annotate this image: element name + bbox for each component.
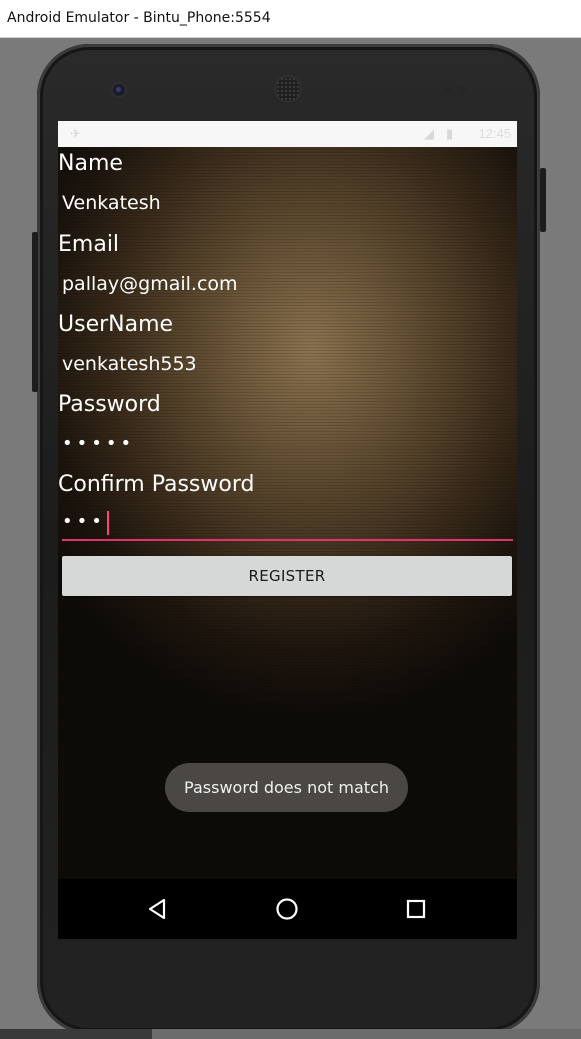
- signal-icon: ◢: [424, 126, 434, 141]
- email-label: Email: [58, 232, 120, 257]
- back-icon[interactable]: [144, 896, 170, 922]
- username-input[interactable]: venkatesh553: [62, 353, 197, 375]
- confirm-password-value: •••: [62, 511, 106, 533]
- password-input[interactable]: •••••: [62, 433, 135, 454]
- earpiece-speaker-icon: [276, 77, 300, 101]
- emulator-window-title: Android Emulator - Bintu_Phone:5554: [7, 10, 271, 26]
- phone-screen: ✈ ◢ ▮ 12:45 Name Venkatesh Email pallay@…: [58, 121, 517, 939]
- password-label: Password: [58, 392, 161, 417]
- notification-icon: ✈: [70, 126, 81, 141]
- confirm-password-input[interactable]: •••: [62, 511, 513, 541]
- volume-button[interactable]: [32, 232, 38, 392]
- text-cursor: [106, 511, 109, 535]
- desktop-strip: [0, 1029, 581, 1039]
- front-camera-icon: [113, 84, 125, 96]
- navigation-bar: [58, 879, 517, 939]
- confirm-password-label: Confirm Password: [58, 472, 255, 497]
- register-button[interactable]: REGISTER: [62, 556, 512, 596]
- confirm-password-underline: [62, 539, 513, 541]
- home-icon[interactable]: [274, 896, 300, 922]
- proximity-sensor-icon: [444, 86, 452, 94]
- power-button[interactable]: [540, 168, 546, 232]
- name-label: Name: [58, 151, 123, 176]
- emulator-title-bar: Android Emulator - Bintu_Phone:5554: [0, 0, 581, 38]
- toast-message: Password does not match: [165, 763, 408, 812]
- battery-icon: ▮: [446, 126, 454, 141]
- email-input[interactable]: pallay@gmail.com: [62, 273, 238, 295]
- taskbar-fragment: [0, 1029, 152, 1039]
- name-input[interactable]: Venkatesh: [62, 192, 161, 214]
- recents-icon[interactable]: [403, 896, 429, 922]
- status-time: 12:45: [478, 126, 511, 141]
- status-bar: ✈ ◢ ▮ 12:45: [58, 121, 517, 147]
- username-label: UserName: [58, 312, 174, 337]
- light-sensor-icon: [459, 86, 467, 94]
